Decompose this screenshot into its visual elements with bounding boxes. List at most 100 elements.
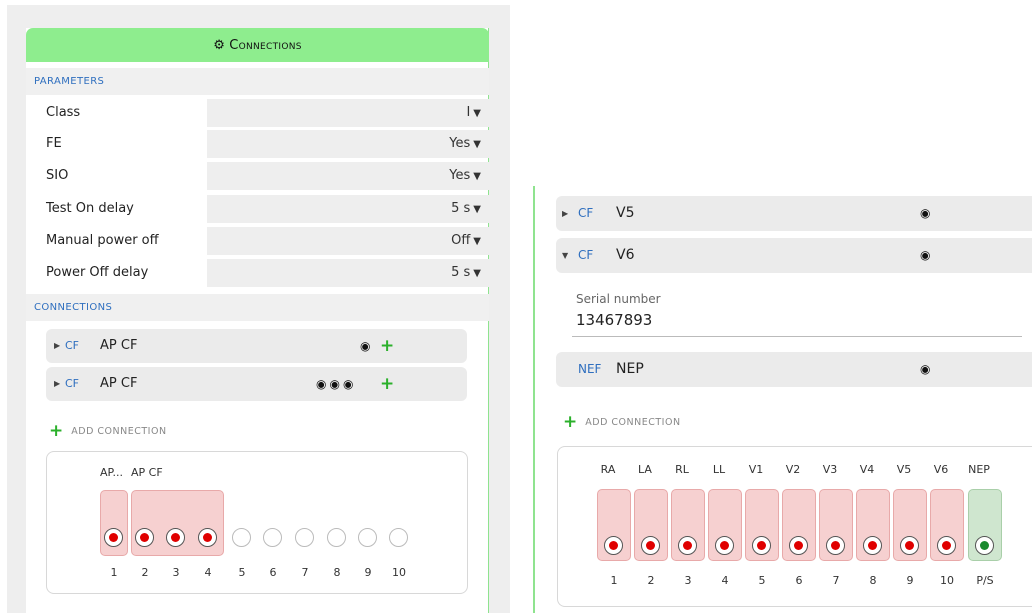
- pin-number: 5: [758, 574, 766, 587]
- add-plus-icon[interactable]: +: [380, 329, 397, 363]
- pin-2[interactable]: [135, 528, 154, 547]
- pin-5[interactable]: [232, 528, 251, 547]
- electrode-label: RA: [600, 463, 616, 476]
- connection-name: AP CF: [100, 338, 138, 353]
- pin-4[interactable]: [198, 528, 217, 547]
- electrode-label: LL: [712, 463, 726, 476]
- electrode-dot-icon: ◉: [920, 248, 931, 262]
- connection-row[interactable]: ▶ CF AP CF ◉◉◉ +: [46, 367, 467, 401]
- pin-number: 6: [269, 566, 277, 579]
- pin-number: 8: [333, 566, 341, 579]
- serial-number-label: Serial number: [576, 292, 661, 306]
- pin-v5[interactable]: [900, 536, 919, 555]
- connection-row-v6[interactable]: ▼ CF V6 ◉: [556, 238, 1032, 273]
- pin-v3[interactable]: [826, 536, 845, 555]
- electrode-dot-icon: ◉: [920, 362, 931, 376]
- caret-down-icon: ▼: [473, 236, 481, 247]
- connection-type: CF: [65, 339, 80, 352]
- gear-icon: ⚙: [213, 37, 226, 53]
- expand-arrow-icon[interactable]: ▶: [54, 329, 60, 363]
- param-label: SIO: [46, 168, 69, 183]
- pin-v4[interactable]: [863, 536, 882, 555]
- param-row-sio: SIO Yes ▼: [26, 161, 489, 191]
- pin-v1[interactable]: [752, 536, 771, 555]
- pin-number: 3: [684, 574, 692, 587]
- pin-ll[interactable]: [715, 536, 734, 555]
- caret-down-icon: ▼: [473, 204, 481, 215]
- pin-number: P/S: [976, 574, 994, 587]
- pin-number: 10: [392, 566, 406, 579]
- pin-nep[interactable]: [975, 536, 994, 555]
- add-connection-label: ADD CONNECTION: [585, 416, 681, 428]
- power-off-delay-select[interactable]: 5 s ▼: [207, 259, 489, 287]
- connection-type: CF: [578, 206, 594, 220]
- pin-v2[interactable]: [789, 536, 808, 555]
- serial-underline: [572, 336, 1022, 337]
- caret-down-icon: ▼: [473, 108, 481, 119]
- pin-number: 8: [869, 574, 877, 587]
- electrode-label: V4: [859, 463, 875, 476]
- serial-number-field[interactable]: 13467893: [576, 311, 652, 329]
- electrode-label: V3: [822, 463, 838, 476]
- expand-arrow-icon[interactable]: ▶: [54, 367, 60, 401]
- pin-6[interactable]: [263, 528, 282, 547]
- pin-3[interactable]: [166, 528, 185, 547]
- param-row-test-on-delay: Test On delay 5 s ▼: [26, 194, 489, 224]
- pin-number: 3: [172, 566, 180, 579]
- caret-down-icon: ▼: [473, 268, 481, 279]
- pin-number: 1: [110, 566, 118, 579]
- param-label: Test On delay: [46, 201, 134, 216]
- connection-name: V6: [616, 247, 635, 263]
- card-title: Connections: [229, 37, 302, 53]
- pin-9[interactable]: [358, 528, 377, 547]
- class-select[interactable]: I ▼: [207, 99, 489, 127]
- pin-7[interactable]: [295, 528, 314, 547]
- sio-select[interactable]: Yes ▼: [207, 162, 489, 190]
- pin-v6[interactable]: [937, 536, 956, 555]
- pin-number: 6: [795, 574, 803, 587]
- connection-row-v5[interactable]: ▶ CF V5 ◉: [556, 196, 1032, 231]
- electrode-label: V6: [933, 463, 949, 476]
- electrode-label: RL: [675, 463, 689, 476]
- card-header: ⚙ Connections: [26, 28, 489, 62]
- parameters-section-label: PARAMETERS: [26, 68, 489, 95]
- plus-icon: +: [563, 412, 578, 432]
- add-connection-button[interactable]: + ADD CONNECTION: [49, 421, 167, 441]
- pin-number: 7: [301, 566, 309, 579]
- electrode-label: NEP: [968, 463, 990, 476]
- electrode-dot-icon: ◉: [920, 206, 931, 220]
- expand-arrow-icon[interactable]: ▶: [562, 196, 568, 231]
- pin-la[interactable]: [641, 536, 660, 555]
- add-connection-button[interactable]: + ADD CONNECTION: [563, 412, 681, 432]
- pin-number: 2: [647, 574, 655, 587]
- test-on-delay-select[interactable]: 5 s ▼: [207, 195, 489, 223]
- pin-10[interactable]: [389, 528, 408, 547]
- electrode-dot-icon: ◉: [360, 339, 374, 353]
- pin-1[interactable]: [104, 528, 123, 547]
- electrode-label: V2: [785, 463, 801, 476]
- connection-type: NEF: [578, 362, 602, 376]
- fe-select[interactable]: Yes ▼: [207, 130, 489, 158]
- connection-name: V5: [616, 205, 635, 221]
- electrode-label: V5: [896, 463, 912, 476]
- connection-name: AP CF: [100, 376, 138, 391]
- electrode-group-label: AP CF: [131, 466, 163, 479]
- electrode-group-label: AP...: [100, 466, 123, 479]
- add-connection-label: ADD CONNECTION: [71, 425, 167, 437]
- param-row-power-off-delay: Power Off delay 5 s ▼: [26, 258, 489, 288]
- collapse-arrow-icon[interactable]: ▼: [562, 238, 568, 273]
- pin-number: 7: [832, 574, 840, 587]
- manual-power-off-select[interactable]: Off ▼: [207, 227, 489, 255]
- connection-row[interactable]: ▶ CF AP CF ◉ +: [46, 329, 467, 363]
- pin-number: 5: [238, 566, 246, 579]
- pin-8[interactable]: [327, 528, 346, 547]
- pin-number: 4: [721, 574, 729, 587]
- pin-ra[interactable]: [604, 536, 623, 555]
- pin-number: 9: [364, 566, 372, 579]
- pin-rl[interactable]: [678, 536, 697, 555]
- param-label: Manual power off: [46, 233, 159, 248]
- add-plus-icon[interactable]: +: [380, 367, 397, 401]
- connection-row-nep[interactable]: NEF NEP ◉: [556, 352, 1032, 387]
- pin-number: 9: [906, 574, 914, 587]
- electrode-panel: AP... AP CF 1 2 3 4 5 6 7 8 9 10: [46, 451, 468, 594]
